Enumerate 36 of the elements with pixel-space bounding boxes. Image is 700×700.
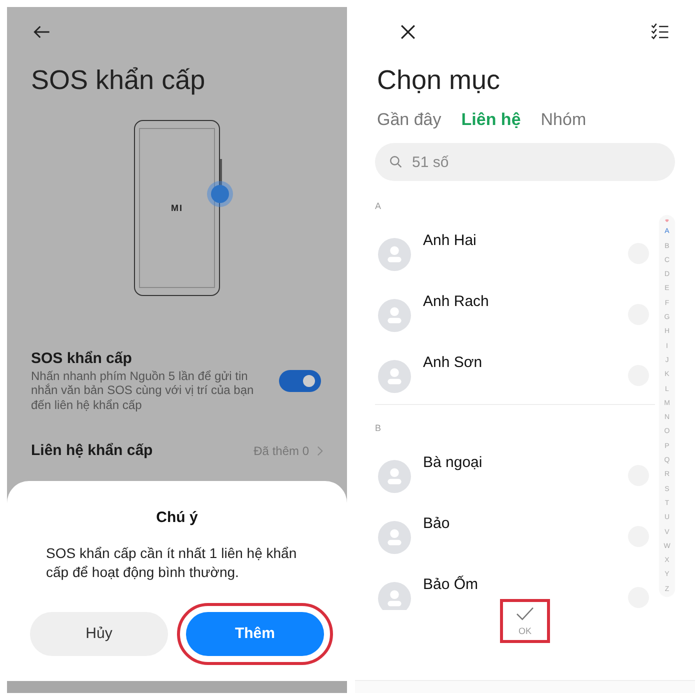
contact-name[interactable]: Bảo Ốm bbox=[423, 576, 616, 593]
dialog-message: SOS khẩn cấp cần ít nhất 1 liên hệ khẩn cấp để hoạt động bình thường. bbox=[46, 544, 298, 582]
setting-label: Liên hệ khẩn cấp bbox=[31, 442, 154, 460]
phone-logo: MI bbox=[171, 203, 183, 213]
contact-name[interactable]: Anh Hai bbox=[423, 232, 616, 249]
setting-title: SOS khẩn cấp bbox=[31, 350, 133, 367]
section-letter: A bbox=[375, 200, 382, 213]
chevron-icon bbox=[317, 446, 323, 456]
contact-name[interactable]: Bà ngoại bbox=[423, 454, 616, 471]
avatar-icon bbox=[378, 238, 411, 271]
screen-title: Chọn mục bbox=[376, 65, 502, 96]
contact-name[interactable]: Bảo bbox=[423, 515, 616, 532]
screen-title: SOS khẩn cấp bbox=[31, 65, 206, 96]
heart-icon[interactable] bbox=[663, 219, 671, 222]
check-icon bbox=[515, 606, 535, 622]
search-icon bbox=[389, 155, 402, 168]
tab[interactable]: Liên hệ bbox=[461, 110, 521, 130]
search-field[interactable]: 51 số bbox=[375, 143, 675, 181]
avatar-icon bbox=[378, 360, 411, 393]
avatar-icon bbox=[378, 299, 411, 332]
add-button[interactable]: Thêm bbox=[186, 612, 324, 656]
avatar-icon bbox=[378, 521, 411, 554]
setting-description: Nhấn nhanh phím Nguồn 5 lần để gửi tin nhắn văn bản SOS cùng với vị trí của bạn đến liên hệ khẩn cấp bbox=[31, 369, 255, 412]
setting-value: Đã thêm 0 bbox=[254, 444, 309, 458]
tab[interactable]: Nhóm bbox=[540, 110, 586, 130]
contact-name[interactable]: Anh Sơn bbox=[423, 354, 616, 371]
dialog-title: Chú ý bbox=[156, 509, 198, 526]
tab[interactable]: Gần đây bbox=[377, 110, 442, 130]
toggle-switch[interactable] bbox=[279, 370, 321, 392]
section-letter: B bbox=[375, 422, 382, 435]
press-indicator-icon bbox=[211, 185, 229, 203]
contact-name[interactable]: Anh Rach bbox=[423, 293, 616, 310]
cancel-button[interactable]: Hủy bbox=[30, 612, 168, 656]
avatar-icon bbox=[378, 582, 411, 610]
avatar-icon bbox=[378, 460, 411, 493]
ok-button[interactable]: OK bbox=[509, 604, 541, 638]
